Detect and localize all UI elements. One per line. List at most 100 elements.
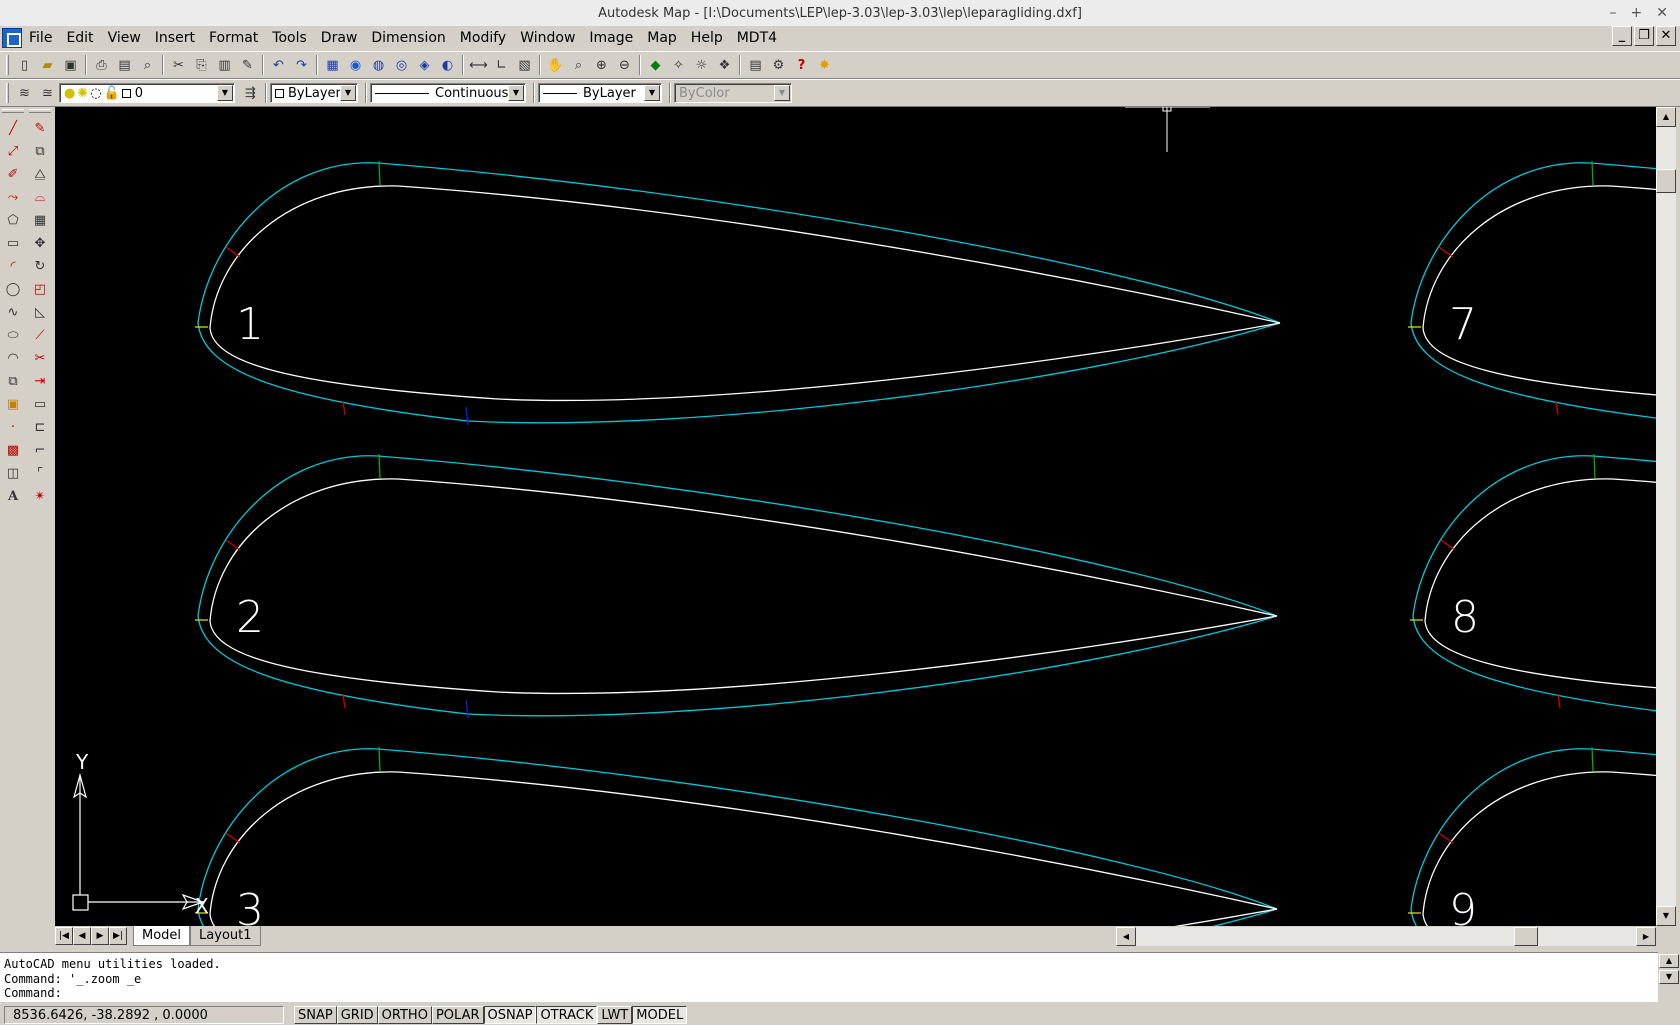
3d-polyline-icon[interactable]: ⤳ — [2, 186, 24, 209]
menu-image[interactable]: Image — [582, 26, 640, 50]
new-file-icon[interactable]: ▯ — [13, 54, 36, 76]
tab-layout1[interactable]: Layout1 — [190, 926, 261, 946]
paste-icon[interactable]: ▥ — [213, 54, 236, 76]
lineweight-select[interactable]: ByLayer ▼ — [538, 83, 662, 103]
horizontal-scroll-thumb[interactable] — [1514, 927, 1538, 946]
tool-palettes-icon[interactable]: ⚙ — [767, 54, 790, 76]
stretch-icon[interactable]: ◺ — [29, 301, 51, 324]
status-toggle-ortho[interactable]: ORTHO — [377, 1005, 432, 1024]
menu-modify[interactable]: Modify — [453, 26, 513, 50]
status-toggle-otrack[interactable]: OTRACK — [536, 1005, 598, 1024]
menu-draw[interactable]: Draw — [314, 26, 365, 50]
named-views-icon[interactable]: ▧ — [513, 54, 536, 76]
point-icon[interactable]: · — [2, 416, 24, 439]
design-center-icon[interactable]: ▦ — [321, 54, 344, 76]
vertical-scroll-thumb[interactable] — [1656, 169, 1676, 193]
render-icon[interactable]: ✧ — [667, 54, 690, 76]
ucs-icon[interactable]: ∟ — [490, 54, 513, 76]
light-icon[interactable]: ☼ — [690, 54, 713, 76]
explode-icon[interactable]: ✴ — [29, 485, 51, 508]
command-scrollbar[interactable]: ▲ ▼ — [1658, 952, 1680, 1002]
construction-line-icon[interactable]: ⤢ — [2, 140, 24, 163]
globe-icon[interactable]: ◍ — [367, 54, 390, 76]
zoom-realtime-icon[interactable]: ⌕ — [567, 54, 590, 76]
ellipse-icon[interactable]: ⬭ — [2, 324, 24, 347]
menu-tools[interactable]: Tools — [265, 26, 314, 50]
toolbar-grip[interactable] — [2, 109, 24, 113]
print-icon[interactable]: ⎙ — [90, 54, 113, 76]
doc-close-button[interactable]: ✕ — [1656, 26, 1676, 46]
undo-icon[interactable]: ↶ — [267, 54, 290, 76]
doc-restore-button[interactable]: ❐ — [1634, 26, 1654, 46]
menu-help[interactable]: Help — [684, 26, 730, 50]
rectangle-icon[interactable]: ▭ — [2, 232, 24, 255]
scroll-left-arrow-icon[interactable]: ◀ — [1116, 927, 1136, 946]
circle-icon[interactable]: ◯ — [2, 278, 24, 301]
web-icon[interactable]: ◎ — [390, 54, 413, 76]
move-icon[interactable]: ✥ — [29, 232, 51, 255]
last-tab-icon[interactable]: ▶| — [109, 927, 127, 945]
status-toggle-grid[interactable]: GRID — [336, 1005, 378, 1024]
fillet-icon[interactable]: ⌜ — [29, 462, 51, 485]
map-browse-icon[interactable]: ◐ — [436, 54, 459, 76]
status-toggle-snap[interactable]: SNAP — [294, 1005, 337, 1024]
redo-icon[interactable]: ↷ — [290, 54, 313, 76]
first-tab-icon[interactable]: |◀ — [55, 927, 73, 945]
menu-edit[interactable]: Edit — [59, 26, 100, 50]
break-at-point-icon[interactable]: ⊏ — [29, 416, 51, 439]
scroll-up-arrow-icon[interactable]: ▲ — [1656, 107, 1676, 127]
status-toggle-lwt[interactable]: LWT — [597, 1005, 633, 1024]
copy-icon[interactable]: ⎘ — [190, 54, 213, 76]
print-preview-icon[interactable]: ▤ — [113, 54, 136, 76]
polygon-icon[interactable]: ⬠ — [2, 209, 24, 232]
drawing-area[interactable]: 1 2 3 7 8 9 Y X — [55, 107, 1656, 926]
command-line[interactable]: AutoCAD menu utilities loaded. Command: … — [0, 952, 1680, 1002]
hatch-icon[interactable]: ▩ — [2, 439, 24, 462]
array-icon[interactable]: ▦ — [29, 209, 51, 232]
linetype-select[interactable]: Continuous ▼ — [370, 83, 526, 103]
scroll-right-arrow-icon[interactable]: ▶ — [1636, 927, 1656, 946]
chevron-down-icon[interactable]: ▼ — [340, 85, 356, 101]
break-icon[interactable]: ▭ — [29, 393, 51, 416]
help-icon[interactable]: ? — [790, 54, 813, 76]
vertical-scrollbar[interactable]: ▲ ▼ — [1656, 107, 1676, 926]
lengthen-icon[interactable]: ⟋ — [29, 324, 51, 347]
tab-model[interactable]: Model — [133, 926, 191, 946]
rotate-icon[interactable]: ↻ — [29, 255, 51, 278]
insert-block-icon[interactable]: ⧉ — [2, 370, 24, 393]
scroll-up-arrow-icon[interactable]: ▲ — [1659, 954, 1679, 968]
app-icon[interactable] — [2, 28, 22, 48]
doc-minimize-button[interactable]: _ — [1612, 26, 1632, 46]
menu-window[interactable]: Window — [513, 26, 582, 50]
menu-format[interactable]: Format — [202, 26, 265, 50]
close-button[interactable]: ✕ — [1656, 5, 1668, 21]
toolbar-grip[interactable] — [6, 83, 9, 103]
layer-manager-icon[interactable]: ≋ — [13, 82, 36, 104]
mirror-icon[interactable]: ⧋ — [29, 163, 51, 186]
coordinate-display[interactable]: 8536.6426, -38.2892 , 0.0000 — [4, 1005, 284, 1024]
menu-dimension[interactable]: Dimension — [364, 26, 452, 50]
prev-tab-icon[interactable]: ◀ — [73, 927, 91, 945]
properties-icon[interactable]: ▤ — [744, 54, 767, 76]
make-block-icon[interactable]: ▣ — [2, 393, 24, 416]
horizontal-scrollbar[interactable]: ◀ ▶ — [1116, 927, 1656, 946]
status-toggle-osnap[interactable]: OSNAP — [483, 1005, 537, 1024]
erase-icon[interactable]: ✎ — [29, 117, 51, 140]
next-tab-icon[interactable]: ▶ — [91, 927, 109, 945]
polyline-icon[interactable]: ✐ — [2, 163, 24, 186]
ellipse-arc-icon[interactable]: ◠ — [2, 347, 24, 370]
toolbar-grip[interactable] — [29, 109, 51, 113]
line-icon[interactable]: ╱ — [2, 117, 24, 140]
status-toggle-model[interactable]: MODEL — [632, 1005, 688, 1024]
command-prompt[interactable]: Command: — [4, 986, 1680, 1001]
hyperlink-icon[interactable]: ◉ — [344, 54, 367, 76]
cut-icon[interactable]: ✂ — [167, 54, 190, 76]
chevron-down-icon[interactable]: ▼ — [644, 85, 660, 101]
arc-icon[interactable]: ◜ — [2, 255, 24, 278]
open-file-icon[interactable]: ▰ — [36, 54, 59, 76]
zoom-previous-icon[interactable]: ⊖ — [613, 54, 636, 76]
color-select[interactable]: ByLayer ▼ — [270, 83, 358, 103]
menu-map[interactable]: Map — [640, 26, 684, 50]
multiline-text-icon[interactable]: A — [2, 485, 24, 508]
extend-icon[interactable]: ⇥ — [29, 370, 51, 393]
